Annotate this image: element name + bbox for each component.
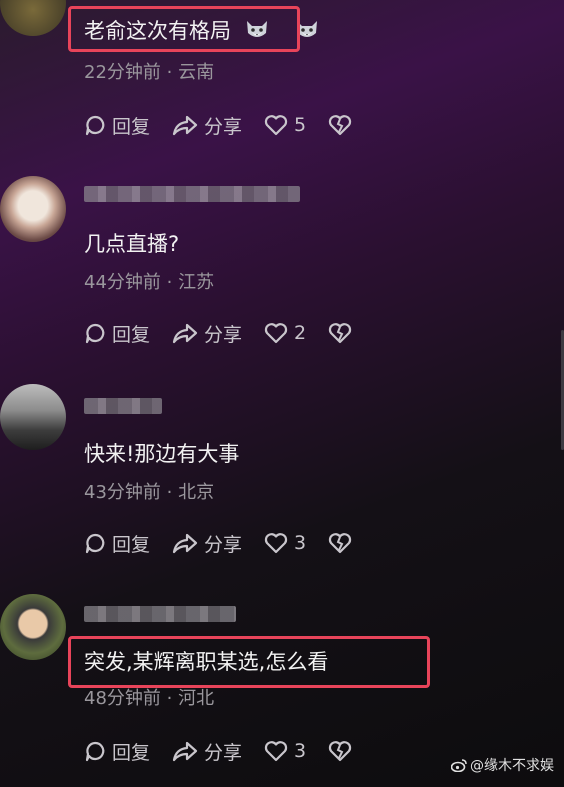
- comment-actions: 回复 分享 3: [84, 528, 380, 558]
- comment-meta: 43分钟前 · 北京: [84, 482, 215, 503]
- share-button[interactable]: 分享: [172, 320, 242, 347]
- username-blurred: [84, 398, 162, 414]
- share-button[interactable]: 分享: [172, 112, 242, 139]
- reply-icon: [85, 115, 105, 136]
- dislike-icon: [328, 323, 352, 344]
- avatar[interactable]: [0, 594, 66, 660]
- comment-meta: 22分钟前 · 云南: [84, 62, 215, 83]
- like-count: 3: [294, 532, 307, 554]
- like-icon: [264, 323, 288, 344]
- highlight-box: [68, 6, 300, 52]
- avatar[interactable]: [0, 384, 66, 450]
- like-button[interactable]: 3: [264, 740, 306, 762]
- like-button[interactable]: 5: [264, 114, 306, 136]
- comment-actions: 回复 分享 2: [84, 318, 380, 348]
- dislike-icon: [328, 533, 352, 554]
- avatar[interactable]: [0, 176, 66, 242]
- comment-actions: 回复 分享 3: [84, 736, 380, 766]
- watermark: @缘木不求娱: [451, 755, 554, 775]
- username-blurred: [84, 606, 236, 622]
- share-icon: [172, 323, 198, 344]
- dislike-button[interactable]: [328, 114, 358, 136]
- reply-button[interactable]: 回复: [84, 530, 150, 557]
- avatar[interactable]: [0, 0, 66, 36]
- share-button[interactable]: 分享: [172, 530, 242, 557]
- username-blurred: [84, 186, 300, 202]
- like-count: 3: [294, 740, 307, 762]
- reply-icon: [85, 741, 105, 762]
- comment-actions: 回复 分享 5: [84, 110, 380, 140]
- share-button[interactable]: 分享: [172, 738, 242, 765]
- share-icon: [172, 741, 198, 762]
- reply-icon: [85, 533, 105, 554]
- like-icon: [264, 533, 288, 554]
- reply-button[interactable]: 回复: [84, 738, 150, 765]
- like-button[interactable]: 3: [264, 532, 306, 554]
- like-count: 2: [294, 322, 307, 344]
- highlight-box: [68, 636, 430, 688]
- comment-content: 快来!那边有大事: [84, 442, 240, 466]
- dislike-button[interactable]: [328, 532, 358, 554]
- dislike-button[interactable]: [328, 322, 358, 344]
- weibo-logo-icon: [451, 759, 467, 772]
- dislike-button[interactable]: [328, 740, 358, 762]
- like-icon: [264, 741, 288, 762]
- share-icon: [172, 115, 198, 136]
- like-icon: [264, 115, 288, 136]
- dislike-icon: [328, 741, 352, 762]
- like-button[interactable]: 2: [264, 322, 306, 344]
- comment-content: 几点直播?: [84, 232, 180, 256]
- reply-button[interactable]: 回复: [84, 320, 150, 347]
- like-count: 5: [294, 114, 307, 136]
- reply-button[interactable]: 回复: [84, 112, 150, 139]
- share-icon: [172, 533, 198, 554]
- dislike-icon: [328, 115, 352, 136]
- comment-meta: 44分钟前 · 江苏: [84, 272, 215, 293]
- reply-icon: [85, 323, 105, 344]
